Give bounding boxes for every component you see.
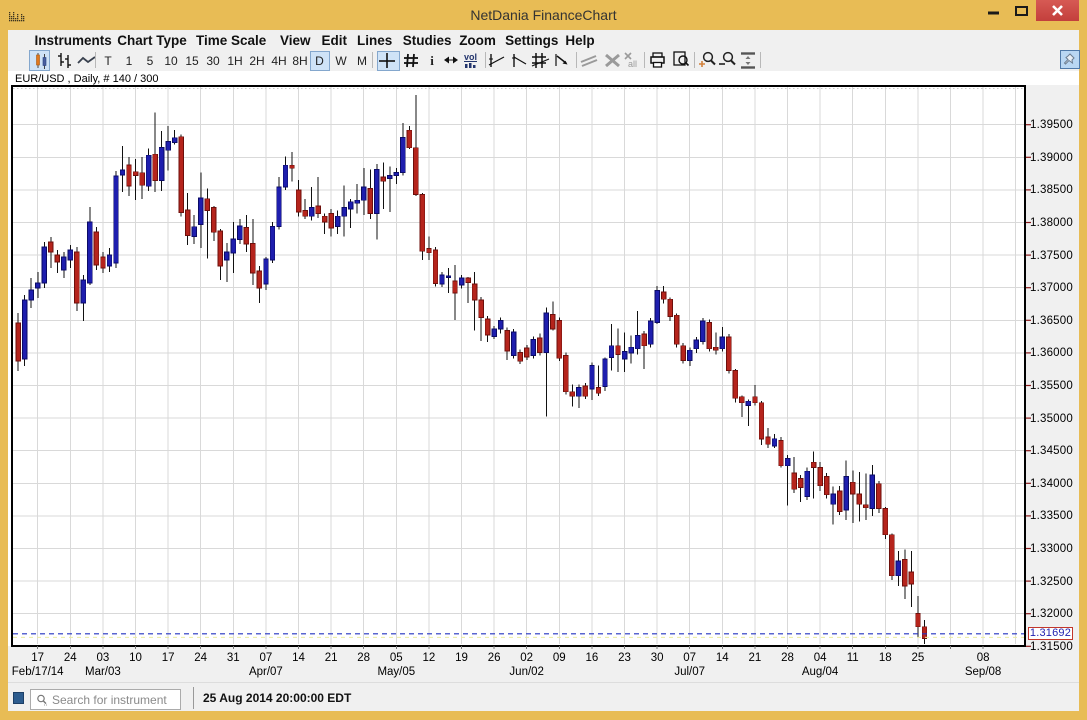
svg-text:vol: vol [464, 52, 477, 62]
svg-text:all: all [628, 59, 637, 69]
